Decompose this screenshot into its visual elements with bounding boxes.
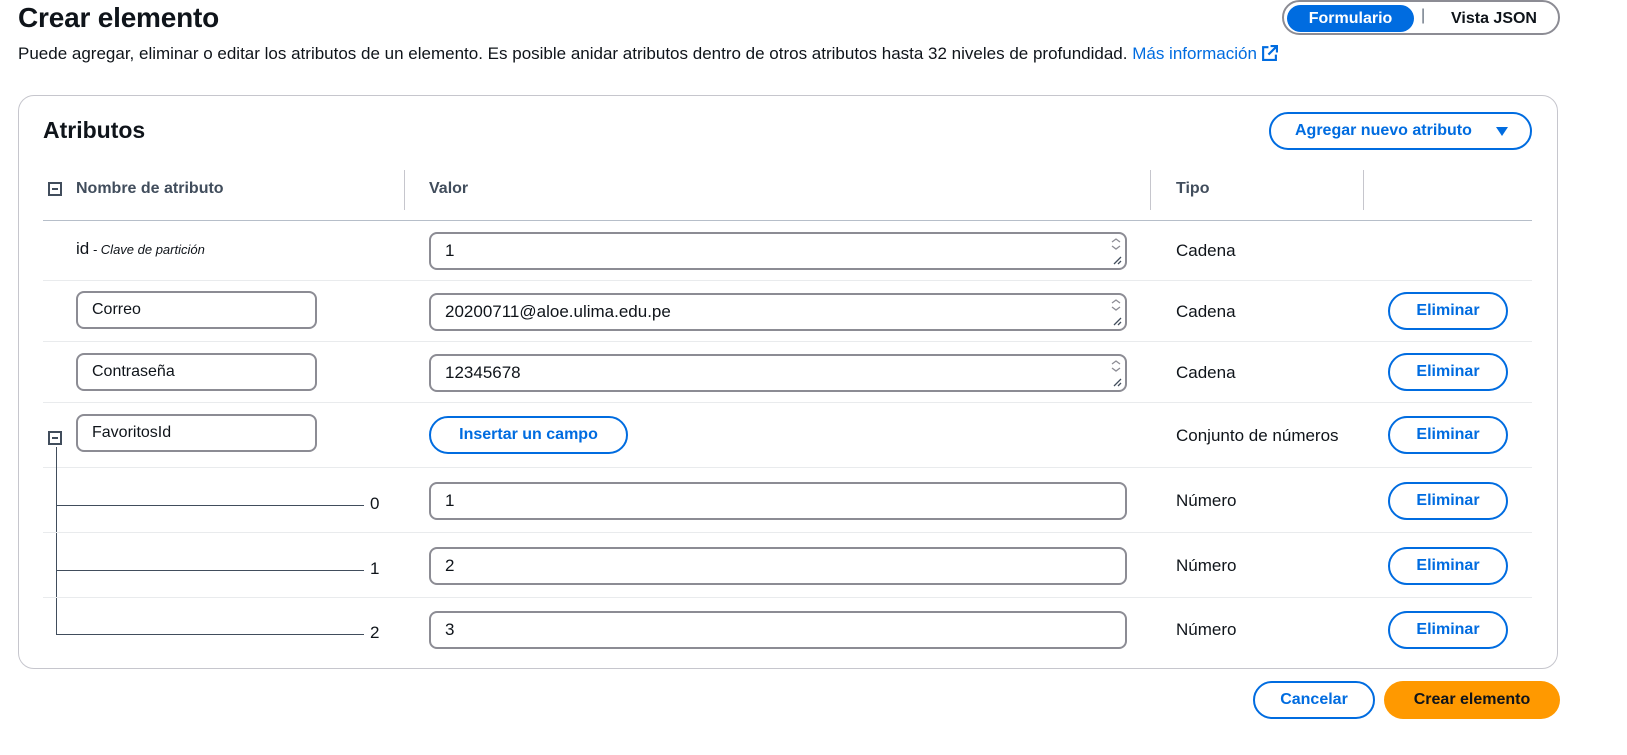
page-title: Crear elemento [18, 2, 220, 33]
attribute-type-contrasena: Cadena [1176, 363, 1236, 382]
cancel-button[interactable]: Cancelar [1253, 681, 1375, 719]
json-view-tab[interactable]: Vista JSON [1434, 5, 1554, 32]
toggle-separator: | [1421, 7, 1426, 24]
attribute-value-input-correo[interactable]: 20200711@aloe.ulima.edu.pe [429, 293, 1127, 331]
attribute-type-favoritosid: Conjunto de números [1176, 426, 1339, 445]
remove-button-correo[interactable]: Eliminar [1388, 292, 1508, 330]
attribute-name-input-contrasena[interactable]: Contraseña [76, 353, 317, 391]
insert-field-button[interactable]: Insertar un campo [429, 416, 628, 454]
textarea-resize-icon[interactable] [1109, 236, 1123, 266]
column-header-name: Nombre de atributo [76, 180, 224, 197]
remove-button-favoritosid[interactable]: Eliminar [1388, 416, 1508, 454]
add-attribute-button[interactable]: Agregar nuevo atributo [1269, 112, 1532, 150]
remove-button-set-item[interactable]: Eliminar [1388, 611, 1508, 649]
partition-key-name: id [76, 239, 90, 258]
partition-key-type: Cadena [1176, 241, 1236, 260]
set-item-type: Número [1176, 491, 1237, 510]
row-divider [43, 467, 1532, 468]
header-divider [43, 220, 1532, 221]
create-item-button[interactable]: Crear elemento [1384, 681, 1560, 719]
caret-down-icon [1496, 127, 1508, 136]
set-item-value-input[interactable]: 2 [429, 547, 1127, 585]
partition-key-label: id - Clave de partición [76, 239, 205, 259]
panel-title: Atributos [43, 117, 146, 143]
textarea-resize-icon[interactable] [1109, 297, 1123, 327]
attribute-name-input-favoritosid[interactable]: FavoritosId [76, 414, 317, 452]
attribute-value-input-contrasena[interactable]: 12345678 [429, 354, 1127, 392]
remove-button-set-item[interactable]: Eliminar [1388, 547, 1508, 585]
partition-key-value-input[interactable]: 1 [429, 232, 1127, 270]
row-divider [43, 532, 1532, 533]
set-item-index: 1 [370, 559, 380, 578]
external-link-icon [1262, 45, 1278, 61]
tree-connector-horizontal [56, 634, 364, 635]
attribute-value-contrasena: 12345678 [445, 363, 521, 382]
set-item-index: 2 [370, 623, 380, 642]
tree-connector-horizontal [56, 505, 364, 506]
column-separator [1150, 170, 1151, 210]
row-divider [43, 341, 1532, 342]
tree-connector-horizontal [56, 570, 364, 571]
set-item-value-input[interactable]: 3 [429, 611, 1127, 649]
set-item-index: 0 [370, 494, 380, 513]
partition-key-value: 1 [445, 241, 455, 260]
description-text: Puede agregar, eliminar o editar los atr… [18, 44, 1128, 63]
set-item-value: 3 [445, 620, 455, 639]
column-separator [404, 170, 405, 210]
row-divider [43, 402, 1532, 403]
remove-button-contrasena[interactable]: Eliminar [1388, 353, 1508, 391]
column-header-value: Valor [429, 180, 469, 197]
attribute-value-correo: 20200711@aloe.ulima.edu.pe [445, 302, 671, 321]
form-view-tab[interactable]: Formulario [1287, 5, 1414, 32]
set-item-type: Número [1176, 556, 1237, 575]
view-toggle: Formulario | Vista JSON [1282, 0, 1560, 35]
collapse-all-icon[interactable] [48, 182, 62, 196]
more-info-link[interactable]: Más información [1132, 44, 1278, 63]
add-attribute-label: Agregar nuevo atributo [1295, 122, 1472, 139]
column-header-type: Tipo [1176, 180, 1210, 197]
textarea-resize-icon[interactable] [1109, 358, 1123, 388]
column-separator [1363, 170, 1364, 210]
more-info-label: Más información [1132, 44, 1257, 63]
partition-key-suffix: - Clave de partición [89, 242, 205, 257]
remove-button-set-item[interactable]: Eliminar [1388, 482, 1508, 520]
attribute-type-correo: Cadena [1176, 302, 1236, 321]
attribute-name-input-correo[interactable]: Correo [76, 291, 317, 329]
attributes-panel: Atributos Agregar nuevo atributo Nombre … [18, 95, 1558, 669]
row-divider [43, 280, 1532, 281]
set-item-value-input[interactable]: 1 [429, 482, 1127, 520]
set-item-type: Número [1176, 620, 1237, 639]
set-item-value: 1 [445, 491, 455, 510]
tree-connector-vertical [56, 447, 57, 635]
collapse-set-icon[interactable] [48, 431, 62, 445]
set-item-value: 2 [445, 556, 455, 575]
page-description: Puede agregar, eliminar o editar los atr… [18, 44, 1278, 64]
row-divider [43, 597, 1532, 598]
